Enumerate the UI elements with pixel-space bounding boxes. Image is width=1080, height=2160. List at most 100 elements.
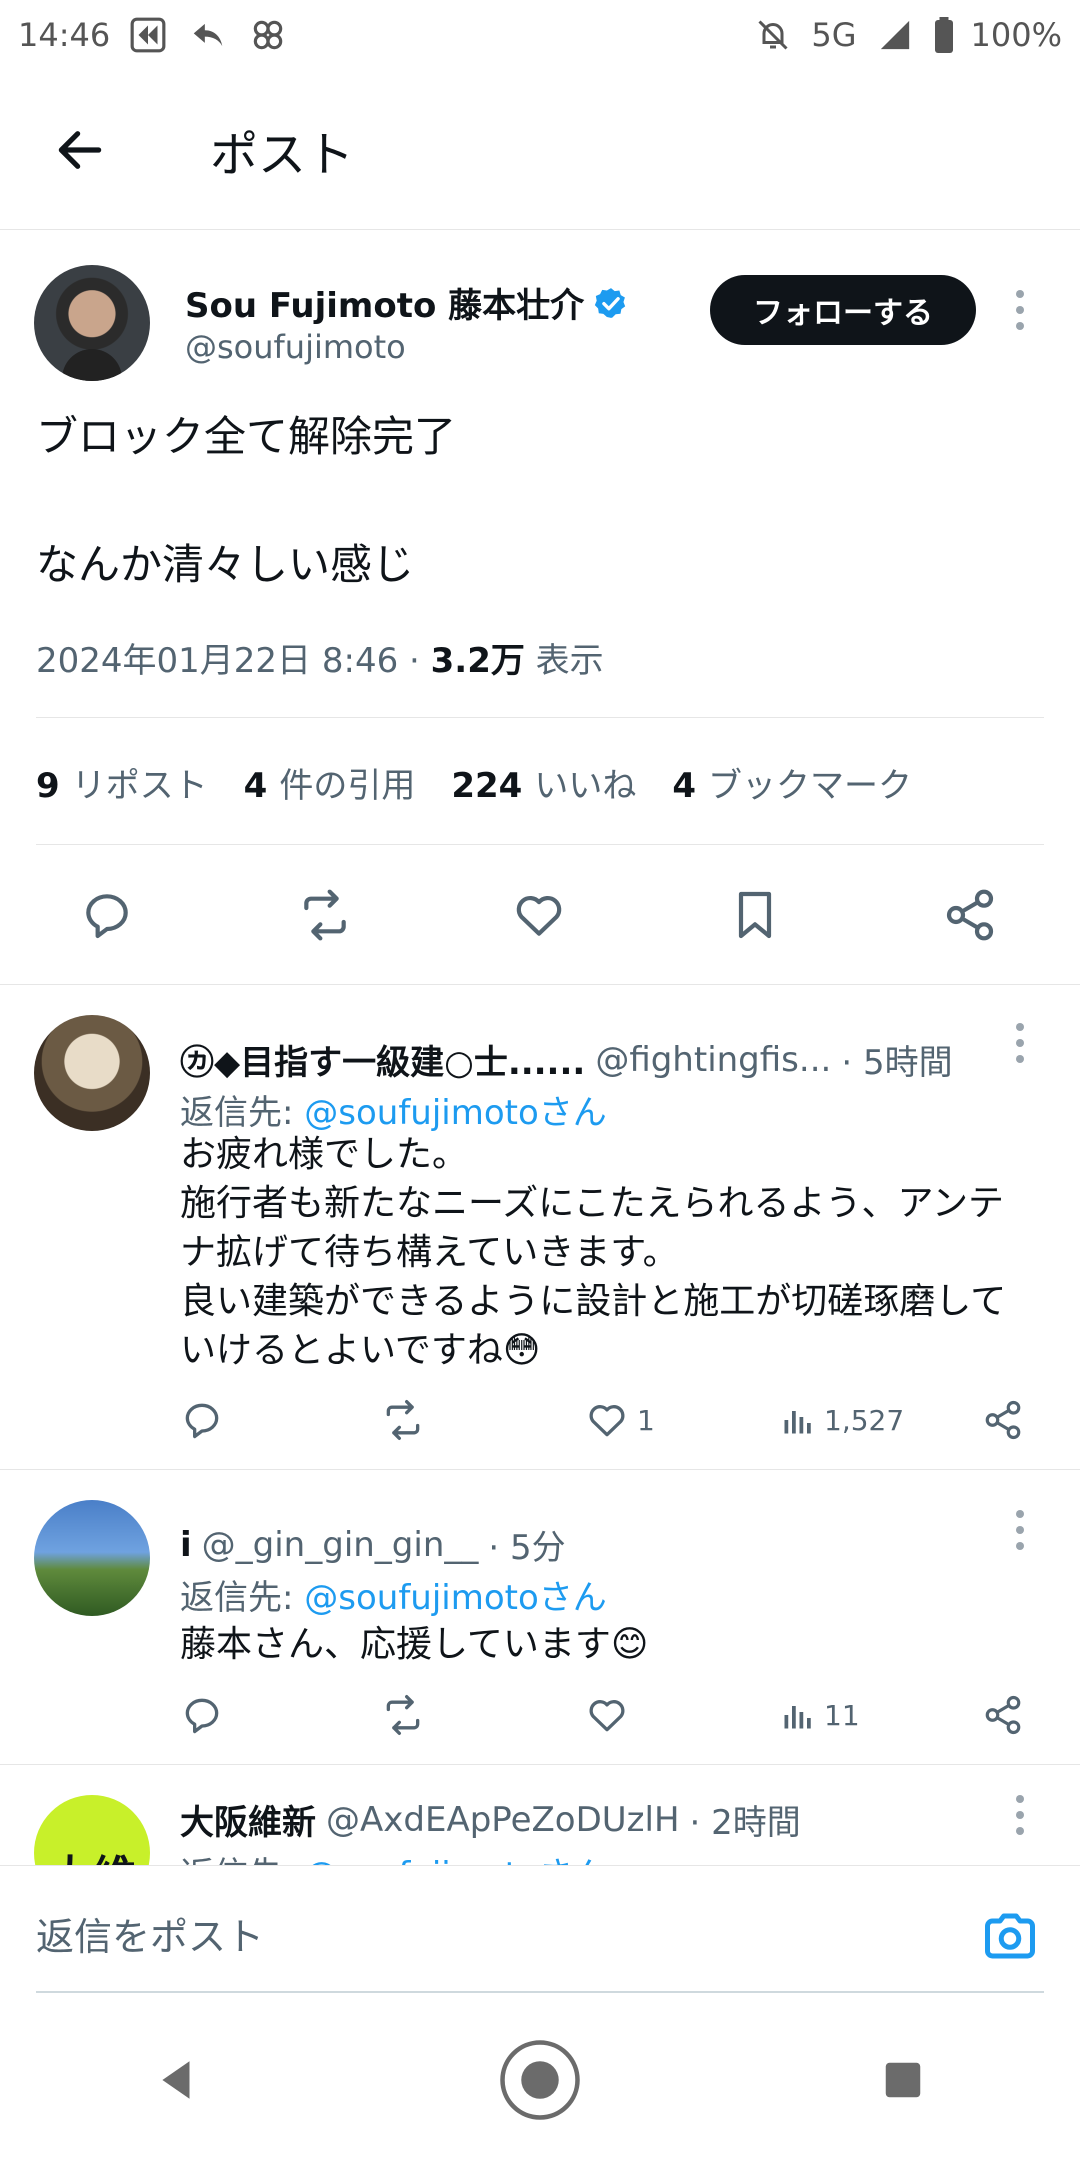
back-button[interactable] [30, 100, 130, 200]
network-label: 5G [811, 16, 857, 54]
like-icon [589, 1405, 625, 1437]
more-options-icon[interactable] [1005, 290, 1035, 330]
status-bar: 14:46 5G 100% [0, 0, 1080, 70]
like-button[interactable]: 1 [585, 1390, 655, 1450]
reply-author-handle: @AxdEApPeZoDUzlH [326, 1799, 680, 1840]
views-count: 11 [824, 1698, 860, 1732]
battery-icon [933, 13, 955, 57]
likes-count: 224 [451, 766, 523, 806]
reply-author-name: ㋕◆目指す一級建○士...... [180, 1043, 586, 1083]
repost-icon[interactable] [290, 880, 360, 950]
reply-time: · 2時間 [689, 1803, 801, 1843]
dot [1016, 1510, 1024, 1518]
reply-header: 大阪維新 @AxdEApPeZoDUzlH · 2時間 [180, 1795, 801, 1844]
dot [1016, 306, 1024, 314]
share-icon[interactable] [982, 1390, 1024, 1450]
post-date: 2024年01月22日 8:46 · [36, 641, 431, 681]
share-icon[interactable] [982, 1685, 1024, 1745]
reply-to-mention[interactable]: @soufujimotoさん [304, 1855, 607, 1865]
dot [1016, 290, 1024, 298]
reply-time: · 5時間 [841, 1043, 953, 1083]
signal-icon [873, 13, 917, 57]
reply-to-prefix: 返信先: [180, 1093, 305, 1133]
reposts-count: 9 [36, 766, 60, 806]
battery-percent: 100% [970, 16, 1062, 54]
reply-item[interactable]: ㋕◆目指す一級建○士...... @fightingfis... · 5時間 返… [0, 985, 1080, 1470]
reposts-stat[interactable]: 9 リポスト [36, 758, 208, 807]
nav-back-icon[interactable] [137, 2040, 217, 2120]
reply-text: お疲れ様でした。 施行者も新たなニーズにこたえられるよう、アンテナ拡げて待ち構え… [180, 1134, 1007, 1371]
dot [1016, 1039, 1024, 1047]
dot [1016, 1055, 1024, 1063]
reply-item[interactable]: 大維 大阪維新 @AxdEApPeZoDUzlH · 2時間 返信先: @sou… [0, 1765, 1080, 1865]
reply-time: · 5分 [488, 1528, 566, 1568]
author-name-row[interactable]: Sou Fujimoto 藤本壮介 [185, 278, 628, 327]
back-arrow-icon [58, 130, 102, 169]
dot [1016, 1526, 1024, 1534]
reply-avatar[interactable] [34, 1500, 150, 1616]
quotes-count: 4 [243, 766, 268, 806]
dot [1016, 322, 1024, 330]
bookmark-icon[interactable] [720, 880, 790, 950]
composer-underline [36, 1991, 1044, 1993]
pinwheel-icon [246, 13, 290, 57]
divider [36, 717, 1044, 718]
quotes-stat[interactable]: 4 件の引用 [244, 758, 416, 807]
more-options-icon[interactable] [1005, 1510, 1035, 1550]
status-bar-right: 5G 100% [751, 13, 1062, 57]
views-button[interactable]: 11 [780, 1685, 860, 1745]
reply-header: ㋕◆目指す一級建○士...... @fightingfis... · 5時間 [180, 1035, 953, 1084]
repost-icon[interactable] [380, 1685, 426, 1745]
reply-header: i @_gin_gin_gin__ · 5分 [180, 1520, 566, 1569]
reply-icon[interactable] [180, 1685, 224, 1745]
status-bar-left: 14:46 [18, 13, 290, 57]
like-icon[interactable] [504, 880, 574, 950]
mute-icon [751, 13, 795, 57]
quotes-label: 件の引用 [279, 766, 416, 806]
nav-recents-icon[interactable] [863, 2040, 943, 2120]
reply-input[interactable]: 返信をポスト [36, 1906, 264, 1961]
more-options-icon[interactable] [1005, 1023, 1035, 1063]
dot [1016, 1827, 1024, 1835]
like-icon[interactable] [585, 1685, 629, 1745]
post-stats: 9 リポスト 4 件の引用 224 いいね 4 ブックマーク [36, 758, 912, 807]
nav-home-icon[interactable] [490, 2030, 590, 2130]
reply-avatar[interactable]: 大維 [34, 1795, 150, 1865]
reposts-label: リポスト [71, 766, 208, 806]
reply-notification-icon [186, 13, 230, 57]
dot [1016, 1811, 1024, 1819]
divider [36, 844, 1044, 845]
reply-actions: 11 [0, 1685, 1080, 1745]
views-icon [784, 1706, 811, 1729]
bookmarks-stat[interactable]: 4 ブックマーク [672, 758, 912, 807]
author-avatar[interactable] [34, 265, 150, 381]
reply-to: 返信先: @soufujimotoさん [180, 1570, 607, 1619]
reply-icon[interactable] [72, 880, 142, 950]
reply-author-name: 大阪維新 [180, 1803, 316, 1843]
reply-icon[interactable] [180, 1390, 224, 1450]
reply-to-mention[interactable]: @soufujimotoさん [304, 1093, 607, 1133]
avatar-text: 大維 [48, 1841, 136, 1865]
follow-button[interactable]: フォローする [710, 275, 976, 345]
dot [1016, 1023, 1024, 1031]
author-name: Sou Fujimoto 藤本壮介 [185, 286, 585, 326]
post-views-label: 表示 [524, 641, 604, 681]
reply-item[interactable]: i @_gin_gin_gin__ · 5分 返信先: @soufujimoto… [0, 1470, 1080, 1765]
reply-to-mention[interactable]: @soufujimotoさん [304, 1578, 607, 1618]
author-handle: @soufujimoto [185, 328, 406, 366]
share-icon[interactable] [935, 880, 1005, 950]
status-time: 14:46 [18, 16, 111, 54]
reply-avatar[interactable] [34, 1015, 150, 1131]
camera-icon[interactable] [980, 1906, 1040, 1966]
likes-label: いいね [534, 766, 637, 806]
like-count: 1 [637, 1403, 655, 1437]
page-title: ポスト [210, 126, 355, 183]
views-button[interactable]: 1,527 [780, 1390, 904, 1450]
post-meta: 2024年01月22日 8:46 · 3.2万 表示 [36, 633, 604, 682]
dot [1016, 1542, 1024, 1550]
likes-stat[interactable]: 224 いいね [451, 758, 636, 807]
repost-icon[interactable] [380, 1390, 426, 1450]
reply-author-name: i [180, 1524, 192, 1565]
more-options-icon[interactable] [1005, 1795, 1035, 1835]
reply-to-prefix: 返信先: [180, 1578, 305, 1618]
